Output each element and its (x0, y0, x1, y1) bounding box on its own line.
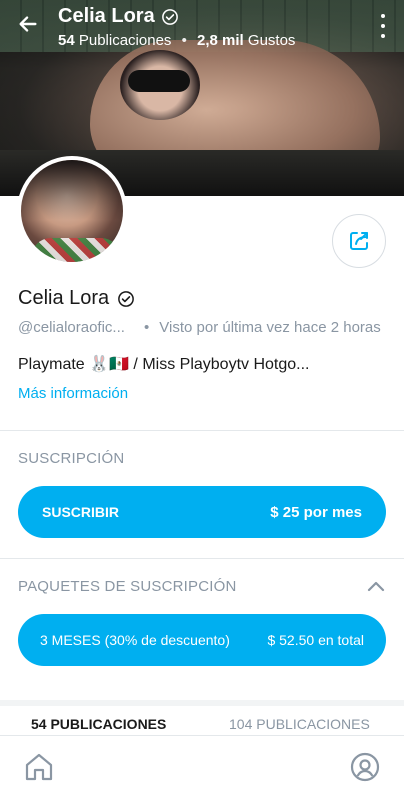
tab-media[interactable]: 104 PUBLICACIONES (229, 716, 370, 732)
header-name: Celia Lora (58, 5, 155, 27)
verified-icon (118, 290, 135, 307)
home-icon (25, 753, 53, 781)
verified-icon (161, 8, 178, 25)
header-likes-label: Gustos (247, 32, 296, 49)
bundles-section-title: PAQUETES DE SUSCRIPCIÓN (18, 578, 237, 595)
share-button[interactable] (332, 214, 386, 268)
profile-nav-button[interactable] (348, 750, 382, 784)
subscription-section-title: SUSCRIPCIÓN (18, 450, 125, 467)
share-icon (350, 232, 368, 250)
header-dot-separator: • (181, 32, 187, 49)
bundles-collapse-toggle[interactable] (366, 578, 386, 594)
tab-posts[interactable]: 54 PUBLICACIONES (31, 716, 166, 732)
header-likes-count: 2,8 mil (197, 32, 244, 49)
more-dot-icon (381, 34, 385, 38)
more-dot-icon (381, 14, 385, 18)
divider (0, 558, 404, 559)
more-info-link[interactable]: Más información (18, 385, 128, 402)
subscribe-button-price: $ 25 por mes (270, 503, 362, 521)
profile-handle: @celialoraofic... (18, 319, 125, 336)
back-arrow-icon (19, 16, 37, 32)
last-seen-text: Visto por última vez hace 2 horas (159, 319, 381, 336)
meta-dot-separator: • (144, 319, 150, 336)
subscribe-button-label: SUSCRIBIR (42, 504, 120, 520)
header-posts-count: 54 (58, 32, 75, 49)
profile-meta-row: @celialoraofic... • Visto por última vez… (18, 319, 398, 336)
profile-name-row: Celia Lora (18, 287, 135, 310)
subscribe-button[interactable]: SUSCRIBIR $ 25 por mes (18, 486, 386, 538)
avatar[interactable] (17, 156, 127, 266)
header-stats: 54 Publicaciones • 2,8 mil Gustos (58, 32, 295, 49)
more-dot-icon (381, 24, 385, 28)
chevron-up-icon (367, 581, 385, 592)
bundle-price: $ 52.50 en total (267, 632, 364, 648)
avatar-swimsuit (31, 238, 121, 262)
cover-mask (128, 70, 190, 92)
profile-bio: Playmate 🐰🇲🇽 / Miss Playboytv Hotgo... (18, 356, 310, 373)
header-title: Celia Lora (58, 5, 179, 28)
bundle-label: 3 MESES (30% de descuento) (40, 632, 230, 648)
avatar-hair (21, 160, 123, 220)
bundle-3-months-button[interactable]: 3 MESES (30% de descuento) $ 52.50 en to… (18, 614, 386, 666)
header-posts-label: Publicaciones (78, 32, 172, 49)
top-bar: Celia Lora 54 Publicaciones • 2,8 mil Gu… (0, 0, 404, 60)
home-button[interactable] (22, 750, 56, 784)
profile-name: Celia Lora (18, 287, 110, 309)
profile-icon (350, 752, 380, 782)
divider (0, 430, 404, 431)
more-options-button[interactable] (378, 14, 388, 38)
back-button[interactable] (14, 10, 42, 38)
bottom-nav (0, 735, 404, 800)
